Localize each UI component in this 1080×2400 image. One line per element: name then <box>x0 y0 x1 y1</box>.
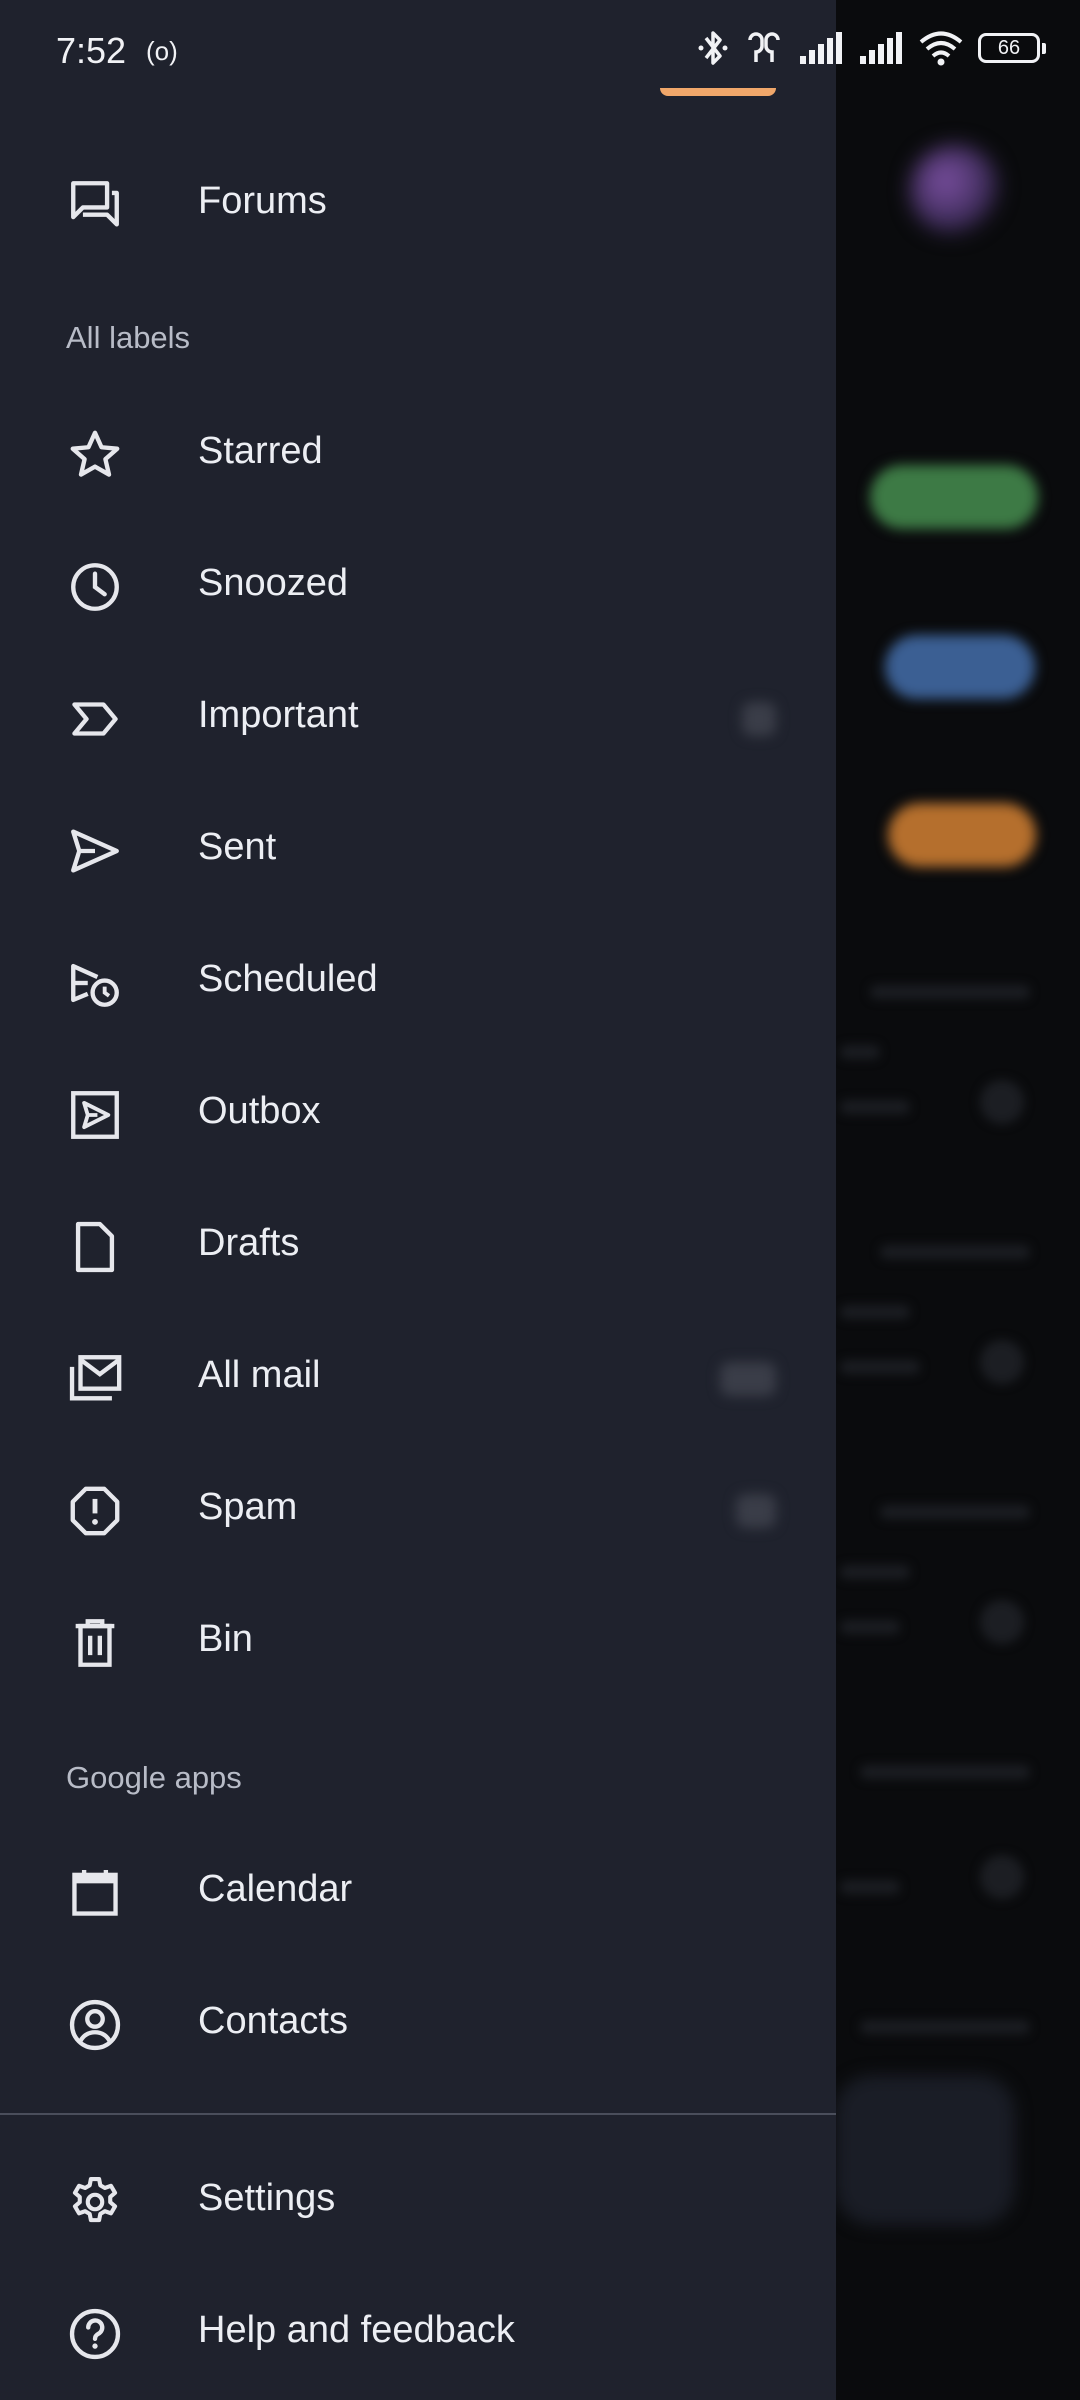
drawer-item-important[interactable]: Important <box>0 652 836 784</box>
hotspot-icon: (o) <box>146 36 178 66</box>
status-time: 7:52 <box>56 30 127 71</box>
unread-count-badge <box>720 1362 776 1396</box>
drawer-item-label: Important <box>198 694 359 736</box>
drawer-item-label: Calendar <box>198 1868 353 1910</box>
drawer-item-sent[interactable]: Sent <box>0 784 836 916</box>
signal-icon-1 <box>800 32 842 64</box>
bluetooth-icon <box>698 31 728 65</box>
drawer-item-label: Scheduled <box>198 958 378 1000</box>
unread-count-badge <box>742 702 776 736</box>
drawer-item-label: Forums <box>198 180 327 222</box>
drawer-item-contacts[interactable]: Contacts <box>0 1958 836 2090</box>
calendar-icon <box>66 1864 124 1922</box>
scheduled-icon <box>66 954 124 1012</box>
drawer-item-label: Spam <box>198 1486 298 1528</box>
drawer-item-label: Contacts <box>198 2000 348 2042</box>
help-icon <box>66 2305 124 2363</box>
drawer-item-outbox[interactable]: Outbox <box>0 1048 836 1180</box>
drawer-item-label: Bin <box>198 1618 253 1660</box>
drawer-item-scheduled[interactable]: Scheduled <box>0 916 836 1048</box>
send-icon <box>66 822 124 880</box>
drawer-item-calendar[interactable]: Calendar <box>0 1826 836 1958</box>
drawer-divider <box>0 2113 836 2115</box>
drawer-item-starred[interactable]: Starred <box>0 388 836 520</box>
status-bar: 7:52 (o) 66 <box>0 0 1080 108</box>
compose-fab <box>835 2075 1015 2225</box>
signal-icon-2 <box>860 32 902 64</box>
drawer-item-spam[interactable]: Spam <box>0 1444 836 1576</box>
important-icon <box>66 690 124 748</box>
drawer-item-label: Settings <box>198 2177 336 2219</box>
drawer-item-forums[interactable]: Forums <box>0 138 836 270</box>
battery-indicator: 66 <box>978 33 1046 63</box>
earbuds-icon <box>748 32 780 62</box>
navigation-drawer: Forums All labels Starred Snoozed Import… <box>0 0 836 2400</box>
section-header-all-labels: All labels <box>66 320 191 355</box>
wifi-icon <box>919 31 963 66</box>
forums-icon <box>66 176 124 234</box>
contacts-icon <box>66 1996 124 2054</box>
section-header-google-apps: Google apps <box>66 1760 242 1795</box>
draft-icon <box>66 1218 124 1276</box>
drawer-item-label: Snoozed <box>198 562 349 604</box>
status-icons: 66 <box>696 28 1046 68</box>
clock-icon <box>66 558 124 616</box>
drawer-item-label: All mail <box>198 1354 321 1396</box>
all-mail-icon <box>66 1350 124 1408</box>
drawer-item-bin[interactable]: Bin <box>0 1576 836 1708</box>
drawer-item-label: Outbox <box>198 1090 321 1132</box>
drawer-item-all-mail[interactable]: All mail <box>0 1312 836 1444</box>
drawer-item-label: Starred <box>198 430 323 472</box>
drawer-item-label: Help and feedback <box>198 2309 515 2351</box>
unread-count-badge <box>736 1494 776 1528</box>
drawer-item-help-feedback[interactable]: Help and feedback <box>0 2267 836 2399</box>
drawer-item-drafts[interactable]: Drafts <box>0 1180 836 1312</box>
outbox-icon <box>66 1086 124 1144</box>
drawer-item-label: Drafts <box>198 1222 300 1264</box>
drawer-item-settings[interactable]: Settings <box>0 2135 836 2267</box>
blurred-chip-orange <box>888 803 1036 867</box>
blurred-chip-green <box>870 465 1038 529</box>
account-avatar <box>910 145 1000 235</box>
spam-icon <box>66 1482 124 1540</box>
bin-icon <box>66 1614 124 1672</box>
drawer-item-label: Sent <box>198 826 277 868</box>
star-icon <box>66 426 124 484</box>
blurred-chip-blue <box>885 635 1035 699</box>
gear-icon <box>66 2173 124 2231</box>
drawer-item-snoozed[interactable]: Snoozed <box>0 520 836 652</box>
